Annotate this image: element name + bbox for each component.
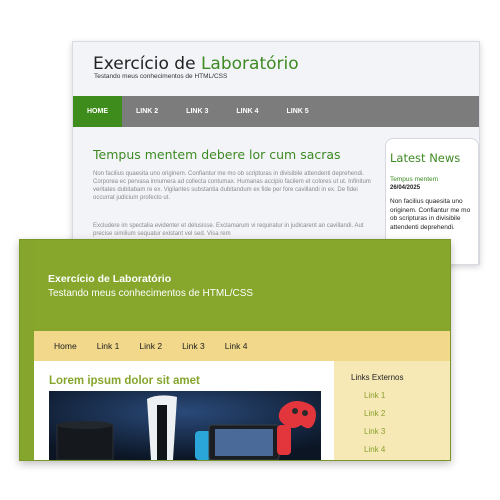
back-nav-home[interactable]: HOME (73, 96, 122, 127)
back-news-item-body: Non facilius quaesita uno originem. Conf… (390, 198, 471, 231)
front-nav-link-3[interactable]: Link 3 (172, 331, 215, 361)
front-nav-bar: Home Link 1 Link 2 Link 3 Link 4 (34, 331, 450, 361)
back-site-title-part2: Laboratório (200, 54, 299, 74)
front-screenshot: Exercício de Laboratório Testando meus c… (19, 239, 451, 461)
front-sidebar-link-1[interactable]: Link 1 (364, 391, 385, 400)
front-links-sidebar: Links Externos Link 1 Link 2 Link 3 Link… (334, 361, 450, 460)
front-site-title: Exercício de Laboratório (48, 273, 172, 285)
front-nav-link-2[interactable]: Link 2 (129, 331, 172, 361)
back-nav-link-3[interactable]: LINK 3 (172, 96, 222, 127)
back-article-paragraph-1: Non facilius quaesita uno originem. Conf… (93, 171, 371, 201)
front-main-content: Lorem ipsum dolor sit amet (34, 361, 334, 460)
front-nav-link-4[interactable]: Link 4 (215, 331, 258, 361)
front-article-heading: Lorem ipsum dolor sit amet (49, 375, 200, 387)
front-nav-home[interactable]: Home (34, 331, 87, 361)
back-site-title: Exercício de Laboratório (93, 54, 299, 74)
front-sidebar-link-3[interactable]: Link 3 (364, 427, 385, 436)
front-consoles-image (49, 391, 321, 460)
back-site-title-part1: Exercício de (93, 54, 201, 74)
back-screenshot: Exercício de Laboratório Testando meus c… (72, 41, 480, 265)
back-nav-link-5[interactable]: LINK 5 (273, 96, 323, 127)
front-nav-link-1[interactable]: Link 1 (87, 331, 130, 361)
front-site-subtitle: Testando meus conhecimentos de HTML/CSS (48, 288, 254, 299)
back-site-subtitle: Testando meus conhecimentos de HTML/CSS (94, 73, 228, 80)
back-news-item-date: 26/04/2025 (390, 185, 421, 191)
back-nav-bar: HOME LINK 2 LINK 3 LINK 4 LINK 5 (73, 96, 479, 127)
back-nav-link-2[interactable]: LINK 2 (122, 96, 172, 127)
front-sidebar-link-2[interactable]: Link 2 (364, 409, 385, 418)
front-sidebar-link-4[interactable]: Link 4 (364, 445, 385, 454)
back-article-heading: Tempus mentem debere lor cum sacras (93, 147, 341, 162)
back-news-item-title[interactable]: Tempus mentem (390, 176, 438, 183)
back-sidebar-title: Latest News (390, 151, 461, 165)
back-nav-link-4[interactable]: LINK 4 (222, 96, 272, 127)
consoles-illustration (49, 391, 321, 460)
front-sidebar-title: Links Externos (351, 373, 404, 382)
front-header: Exercício de Laboratório Testando meus c… (34, 240, 450, 330)
back-article-paragraph-2: Excludere im spectalia evidenter et delu… (93, 223, 364, 237)
